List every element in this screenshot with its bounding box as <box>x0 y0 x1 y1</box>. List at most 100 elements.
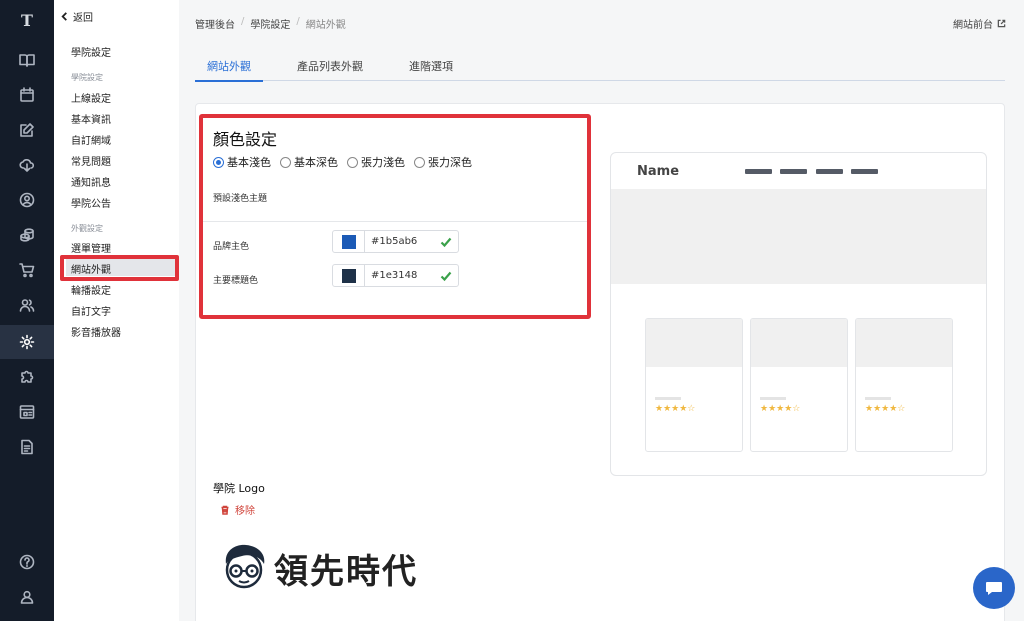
rating-stars: ★★★★☆ <box>655 404 696 414</box>
sidebar-item-launch[interactable]: 上線設定 <box>71 90 111 105</box>
gear-icon[interactable] <box>0 325 54 359</box>
sidebar-item-custom-domain[interactable]: 自訂網域 <box>71 132 111 147</box>
divider <box>203 221 587 222</box>
brand-color-swatch[interactable] <box>333 231 365 252</box>
radio-unchecked-icon <box>347 156 358 168</box>
breadcrumb: 管理後台 / 學院設定 / 網站外觀 <box>195 16 346 31</box>
sidebar-group-academy: 學院設定 <box>71 73 103 82</box>
radio-vivid-light[interactable]: 張力淺色 <box>347 154 405 170</box>
tab-bar: 網站外觀 產品列表外觀 進階選項 <box>195 58 1005 82</box>
settings-sidebar: 返回 學院設定 學院設定 上線設定 基本資訊 自訂網域 常見問題 通知訊息 學院… <box>54 0 179 621</box>
gallery-icon[interactable] <box>0 395 54 429</box>
book-icon[interactable] <box>0 43 54 77</box>
sidebar-item-notifications[interactable]: 通知訊息 <box>71 174 111 189</box>
preview-nav-item <box>851 169 878 174</box>
crumb-current: 網站外觀 <box>305 20 346 31</box>
sidebar-item-video-player[interactable]: 影音播放器 <box>71 324 121 339</box>
cloud-download-icon[interactable] <box>0 148 54 182</box>
remove-logo-button[interactable]: 移除 <box>220 502 255 517</box>
preview-card-title-placeholder <box>760 397 786 400</box>
puzzle-icon[interactable] <box>0 360 54 394</box>
tab-advanced[interactable]: 進階選項 <box>409 58 453 81</box>
sidebar-item-basic-info[interactable]: 基本資訊 <box>71 111 111 126</box>
back-label: 返回 <box>73 13 93 24</box>
annotation-box-sidebar <box>60 255 179 281</box>
sidebar-item-carousel[interactable]: 輪播設定 <box>71 282 111 297</box>
document-icon[interactable] <box>0 430 54 464</box>
heading-color-label: 主要標題色 <box>213 276 259 286</box>
academy-logo-label: 學院 Logo <box>213 482 265 495</box>
sidebar-item-announcements[interactable]: 學院公告 <box>71 195 111 210</box>
preview-banner <box>611 189 986 284</box>
app-logo[interactable]: T <box>0 3 54 37</box>
edit-icon[interactable] <box>0 113 54 147</box>
crumb-academy-settings[interactable]: 學院設定 <box>250 16 290 31</box>
preview-product-card: ★★★★☆ <box>645 318 743 452</box>
radio-unchecked-icon <box>280 156 291 168</box>
coins-icon[interactable] <box>0 218 54 252</box>
user-circle-icon[interactable] <box>0 183 54 217</box>
radio-label: 基本淺色 <box>227 156 271 169</box>
crumb-admin[interactable]: 管理後台 <box>195 16 235 31</box>
profile-icon[interactable] <box>0 580 54 614</box>
preview-site-name: Name <box>637 164 680 179</box>
trash-icon <box>221 505 229 515</box>
heading-color-swatch[interactable] <box>333 265 365 286</box>
check-icon <box>440 271 452 281</box>
front-site-link[interactable]: 網站前台 <box>953 16 1006 31</box>
crumb-separator: / <box>296 16 300 27</box>
preview-card-image <box>856 319 952 367</box>
radio-basic-light[interactable]: 基本淺色 <box>213 154 271 170</box>
tab-site-appearance[interactable]: 網站外觀 <box>195 58 263 82</box>
rating-stars: ★★★★☆ <box>865 404 906 414</box>
calendar-icon[interactable] <box>0 78 54 112</box>
chat-bubble-icon <box>986 582 1002 595</box>
sidebar-item-academy-settings[interactable]: 學院設定 <box>71 44 111 59</box>
color-settings-title: 顏色設定 <box>213 130 278 149</box>
cart-icon[interactable] <box>0 253 54 287</box>
radio-unchecked-icon <box>414 156 425 168</box>
preview-card-title-placeholder <box>655 397 681 400</box>
radio-vivid-dark[interactable]: 張力深色 <box>414 154 472 170</box>
chevron-left-icon <box>61 12 67 21</box>
theme-preview: Name ★★★★☆ ★★★★☆ ★★★★☆ <box>610 152 987 476</box>
mascot-face-icon <box>225 544 265 589</box>
chat-button[interactable] <box>973 567 1015 609</box>
check-icon <box>440 237 452 247</box>
heading-color-field[interactable]: #1e3148 <box>332 264 459 287</box>
theme-description: 預設淺色主題 <box>213 194 268 204</box>
brand-color-label: 品牌主色 <box>213 242 250 252</box>
front-site-label: 網站前台 <box>953 20 993 31</box>
brand-color-hex[interactable]: #1b5ab6 <box>371 236 440 247</box>
radio-checked-icon <box>213 156 224 168</box>
radio-label: 張力淺色 <box>361 156 405 169</box>
icon-rail: T <box>0 0 54 621</box>
color-settings-panel: 顏色設定 基本淺色 基本深色 張力淺色 張力深色 預設淺色主題 品牌主色 #1b… <box>199 114 591 319</box>
remove-logo-label: 移除 <box>235 506 255 517</box>
radio-basic-dark[interactable]: 基本深色 <box>280 154 338 170</box>
preview-product-card: ★★★★☆ <box>750 318 848 452</box>
help-icon[interactable] <box>0 545 54 579</box>
preview-nav-item <box>745 169 772 174</box>
sidebar-item-faq[interactable]: 常見問題 <box>71 153 111 168</box>
academy-logo-image: 領先時代 <box>220 542 418 594</box>
back-link[interactable]: 返回 <box>60 9 93 24</box>
radio-label: 基本深色 <box>294 156 338 169</box>
tab-product-list[interactable]: 產品列表外觀 <box>297 58 363 81</box>
radio-label: 張力深色 <box>428 156 472 169</box>
crumb-separator: / <box>241 16 245 27</box>
logo-brand-text: 領先時代 <box>274 551 418 592</box>
preview-card-image <box>751 319 847 367</box>
app-logo-letter: T <box>21 10 33 30</box>
brand-color-field[interactable]: #1b5ab6 <box>332 230 459 253</box>
preview-card-title-placeholder <box>865 397 891 400</box>
users-icon[interactable] <box>0 288 54 322</box>
rating-stars: ★★★★☆ <box>760 404 801 414</box>
heading-color-hex[interactable]: #1e3148 <box>371 270 440 281</box>
preview-product-card: ★★★★☆ <box>855 318 953 452</box>
sidebar-item-custom-text[interactable]: 自訂文字 <box>71 303 111 318</box>
preview-nav-item <box>816 169 843 174</box>
sidebar-group-appearance: 外觀設定 <box>71 224 103 233</box>
sidebar-item-menu[interactable]: 選單管理 <box>71 240 111 255</box>
preview-nav-item <box>780 169 807 174</box>
